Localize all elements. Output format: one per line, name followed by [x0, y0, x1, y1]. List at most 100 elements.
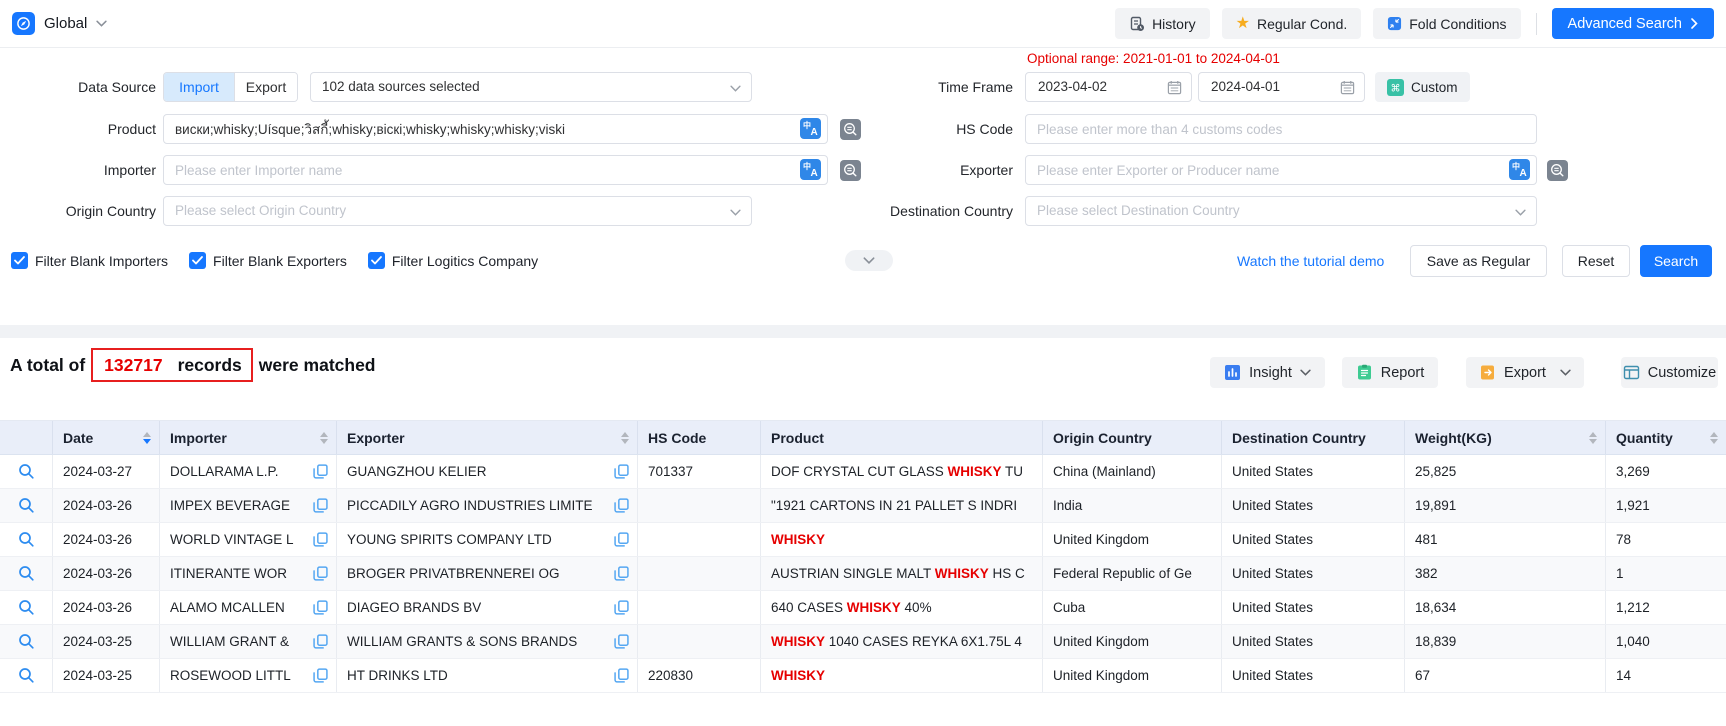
cell-quantity: 1,212 [1606, 591, 1726, 624]
tutorial-demo-link[interactable]: Watch the tutorial demo [1237, 253, 1384, 269]
exporter-input[interactable] [1025, 155, 1537, 185]
sort-caret-icon[interactable] [1589, 432, 1597, 444]
row-detail-search-icon[interactable] [18, 531, 35, 548]
checkbox-label: Filter Blank Importers [35, 253, 168, 269]
product-text: 1040 CASES REYKA 6X1.75L 4 [825, 634, 1022, 649]
copy-importer-icon[interactable] [313, 498, 328, 513]
sort-caret-icon[interactable] [320, 432, 328, 444]
cell-weight: 67 [1405, 659, 1606, 692]
reset-button[interactable]: Reset [1562, 245, 1630, 277]
export-label: Export [1504, 365, 1546, 381]
copy-importer-icon[interactable] [313, 464, 328, 479]
export-tab[interactable]: Export [234, 73, 297, 101]
header-cell-quantity[interactable]: Quantity [1606, 421, 1726, 454]
row-detail-search-icon[interactable] [18, 497, 35, 514]
checkbox-checked[interactable] [368, 252, 385, 269]
copy-importer-icon[interactable] [313, 566, 328, 581]
row-detail-search-icon[interactable] [18, 599, 35, 616]
table-row: 2024-03-26IMPEX BEVERAGEPICCADILY AGRO I… [0, 489, 1726, 523]
cell-importer-text: IMPEX BEVERAGE [170, 498, 290, 513]
cell-exporter-text: DIAGEO BRANDS BV [347, 600, 481, 615]
header-cell-weight-kg[interactable]: Weight(KG) [1405, 421, 1606, 454]
copy-importer-icon[interactable] [313, 532, 328, 547]
header-cell-hs-code: HS Code [638, 421, 761, 454]
cell-origin-country: India [1043, 489, 1222, 522]
column-label: HS Code [648, 430, 706, 446]
customize-button[interactable]: Customize [1621, 357, 1718, 388]
importer-input[interactable] [163, 155, 828, 185]
cell-product: AUSTRIAN SINGLE MALT WHISKY HS C [761, 557, 1043, 590]
time-frame-to-input[interactable]: 2024-04-01 [1198, 72, 1365, 102]
cell-weight: 18,839 [1405, 625, 1606, 658]
hs-code-input[interactable] [1025, 114, 1537, 144]
hs-code-field-wrap [1025, 114, 1537, 144]
checkbox-checked[interactable] [11, 252, 28, 269]
copy-importer-icon[interactable] [313, 668, 328, 683]
copy-exporter-icon[interactable] [614, 532, 629, 547]
highlighted-keyword: WHISKY [771, 668, 825, 683]
copy-importer-icon[interactable] [313, 600, 328, 615]
copy-exporter-icon[interactable] [614, 498, 629, 513]
custom-range-button[interactable]: ⌘ Custom [1375, 72, 1470, 102]
origin-country-select[interactable]: Please select Origin Country [163, 196, 752, 226]
advanced-search-label: Advanced Search [1568, 16, 1682, 32]
cell-importer: IMPEX BEVERAGE [160, 489, 337, 522]
region-selector[interactable]: Global [12, 12, 107, 35]
cell-exporter: GUANGZHOU KELIER [337, 455, 638, 488]
section-divider [0, 325, 1726, 338]
command-icon: ⌘ [1387, 79, 1404, 96]
column-label: Date [63, 430, 93, 446]
cell-exporter: BROGER PRIVATBRENNEREI OG [337, 557, 638, 590]
cell-hs-code: 701337 [638, 455, 761, 488]
hs-code-label: HS Code [820, 114, 1013, 144]
import-tab[interactable]: Import [164, 73, 234, 101]
destination-country-select[interactable]: Please select Destination Country [1025, 196, 1537, 226]
cell-date: 2024-03-26 [53, 523, 160, 556]
copy-exporter-icon[interactable] [614, 668, 629, 683]
advanced-search-button[interactable]: Advanced Search [1552, 8, 1714, 39]
sort-caret-icon[interactable] [1710, 432, 1718, 444]
row-detail-search-icon[interactable] [18, 565, 35, 582]
insight-button[interactable]: Insight [1210, 357, 1325, 388]
app-root: Global History ★ Regular Cond. Fold Cond… [0, 0, 1726, 726]
row-detail-search-icon[interactable] [18, 633, 35, 650]
copy-exporter-icon[interactable] [614, 566, 629, 581]
data-source-select[interactable]: 102 data sources selected [310, 72, 752, 102]
sort-caret-icon[interactable] [621, 432, 629, 444]
sort-caret-icon[interactable] [143, 432, 151, 444]
copy-exporter-icon[interactable] [614, 600, 629, 615]
regular-cond-button[interactable]: ★ Regular Cond. [1222, 8, 1362, 39]
save-as-regular-button[interactable]: Save as Regular [1410, 245, 1547, 277]
row-detail-search-icon[interactable] [18, 463, 35, 480]
report-button[interactable]: Report [1342, 357, 1438, 388]
table-row: 2024-03-25WILLIAM GRANT &WILLIAM GRANTS … [0, 625, 1726, 659]
export-button[interactable]: Export [1466, 357, 1584, 388]
copy-exporter-icon[interactable] [614, 464, 629, 479]
region-label: Global [44, 15, 87, 32]
cell-weight: 19,891 [1405, 489, 1606, 522]
search-button[interactable]: Search [1640, 245, 1712, 277]
translate-icon[interactable]: 中A [1509, 159, 1530, 180]
checkbox-checked[interactable] [189, 252, 206, 269]
time-frame-from-input[interactable]: 2023-04-02 [1025, 72, 1192, 102]
records-word: records [178, 355, 242, 376]
copy-importer-icon[interactable] [313, 634, 328, 649]
chevron-right-icon [1691, 18, 1698, 29]
svg-text:A: A [1520, 168, 1527, 179]
column-label: Weight(KG) [1415, 430, 1492, 446]
highlighted-keyword: WHISKY [847, 600, 901, 615]
copy-exporter-icon[interactable] [614, 634, 629, 649]
row-detail-search-icon[interactable] [18, 667, 35, 684]
collapse-conditions-button[interactable] [845, 250, 893, 271]
exclude-exporter-icon[interactable] [1547, 160, 1568, 181]
history-button[interactable]: History [1115, 8, 1210, 39]
translate-icon[interactable]: 中A [800, 159, 821, 180]
origin-country-label: Origin Country [0, 196, 156, 226]
translate-icon[interactable]: 中A [800, 118, 821, 139]
header-cell-exporter[interactable]: Exporter [337, 421, 638, 454]
product-input[interactable] [163, 114, 828, 144]
fold-conditions-button[interactable]: Fold Conditions [1373, 8, 1520, 39]
header-cell-date[interactable]: Date [53, 421, 160, 454]
header-cell-importer[interactable]: Importer [160, 421, 337, 454]
cell-exporter: PICCADILY AGRO INDUSTRIES LIMITE [337, 489, 638, 522]
